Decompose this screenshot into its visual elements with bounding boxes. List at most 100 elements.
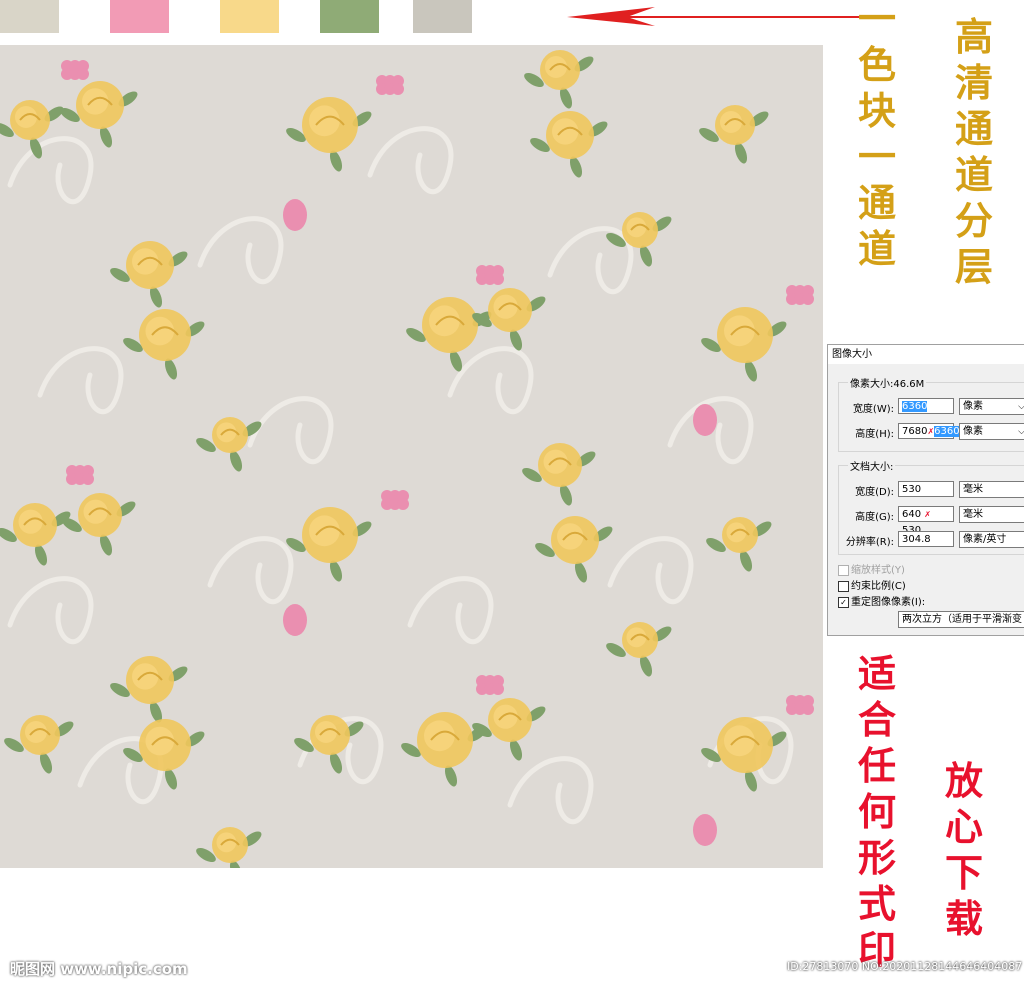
scroll-ornament (367, 126, 454, 195)
constrain-label: 约束比例(C) (851, 581, 906, 592)
vertical-char: 心 (945, 804, 984, 849)
rose-center (493, 294, 518, 319)
height-input[interactable]: 7680✗6360 (898, 423, 960, 439)
color-swatch (0, 0, 59, 33)
vertical-char: 载 (945, 896, 984, 941)
floral-pattern-artwork (0, 50, 814, 868)
vertical-char: 一 (858, 0, 897, 41)
vertical-char: 何 (858, 789, 897, 834)
scroll-ornament (7, 576, 94, 645)
doc-height-label: 高度(G): (855, 512, 894, 523)
resolution-label: 分辨率(R): (845, 537, 894, 548)
hd-layers-text: 高清通道分层 (955, 18, 993, 294)
rose-center (424, 720, 455, 752)
print-suitable-text: 适合任何形式印 (858, 655, 896, 977)
vertical-char: 放 (945, 758, 984, 803)
pixel-size-label: 像素大小:46.6M (848, 375, 927, 390)
resolution-value: 304.8 (902, 534, 931, 545)
scroll-ornament (247, 396, 334, 465)
vertical-char: 一 (858, 134, 897, 179)
doc-height-unit-value: 毫米 (963, 509, 983, 520)
doc-width-input[interactable]: 530 (898, 481, 954, 497)
pink-tulip-bud (693, 404, 717, 436)
channel-note-text: 一色块一通道 (858, 0, 896, 276)
rose-center (145, 726, 175, 756)
width-unit-select[interactable]: 像素 ⌵ (959, 398, 1024, 415)
rose-center (626, 217, 647, 238)
scale-styles-checkbox[interactable]: 缩放样式(Y) (838, 561, 905, 576)
height-unit-select[interactable]: 像素 ⌵ (959, 423, 1024, 440)
height-unit-value: 像素 (963, 426, 983, 437)
vertical-char: 合 (858, 697, 897, 742)
checkmark-icon: ✓ (838, 596, 849, 608)
rose-center (545, 56, 567, 78)
scroll-ornament (7, 136, 94, 205)
scroll-ornament (37, 346, 124, 415)
resolution-input[interactable]: 304.8 (898, 531, 954, 547)
scale-styles-label: 缩放样式(Y) (851, 565, 905, 576)
rose-center (309, 515, 340, 547)
vertical-char: 形 (858, 835, 897, 880)
resolution-unit-select[interactable]: 像素/英寸 (959, 531, 1024, 548)
pixel-dimensions-group (838, 382, 1024, 452)
doc-height-unit-select[interactable]: 毫米 (959, 506, 1024, 523)
rose-center (543, 449, 568, 474)
vertical-char: 层 (955, 244, 994, 289)
rose-center (726, 522, 747, 543)
pink-blossom (397, 498, 409, 510)
resolution-unit-value: 像素/英寸 (963, 534, 1007, 545)
vertical-char: 任 (858, 743, 897, 788)
resample-checkbox[interactable]: ✓ 重定图像像素(I): (838, 593, 925, 608)
doc-height-input[interactable]: 640 ✗ 530 (898, 506, 954, 536)
safe-download-text: 放心下载 (945, 762, 983, 946)
doc-width-unit-value: 毫米 (963, 484, 983, 495)
resample-method-select[interactable]: 两次立方（适用于平滑渐变 (898, 611, 1024, 628)
pink-blossom (492, 683, 504, 695)
image-id-text: ID:27813070 NO:20201128144646404087 (787, 960, 1023, 973)
vertical-char: 道 (955, 152, 994, 197)
resample-label: 重定图像像素(I): (851, 597, 926, 608)
rose-center (493, 704, 518, 729)
dialog-title: 图像大小 (828, 345, 1024, 364)
rose-center (626, 627, 647, 648)
rose-center (315, 721, 337, 743)
vertical-char: 式 (858, 881, 897, 926)
width-unit-value: 像素 (963, 401, 983, 412)
scroll-ornament (447, 346, 534, 415)
doc-size-label: 文档大小: (848, 458, 896, 473)
image-size-dialog: 图像大小 像素大小:46.6M 宽度(W): 6360 像素 ⌵ 高度(H): … (827, 344, 1024, 636)
resample-method-value: 两次立方（适用于平滑渐变 (902, 614, 1022, 625)
rose-center (132, 663, 159, 690)
left-arrow-icon (567, 7, 861, 26)
scroll-ornament (607, 536, 694, 605)
rose-center (309, 105, 340, 137)
rose-center (15, 106, 37, 128)
rose-center (82, 88, 109, 115)
pink-tulip-bud (283, 199, 307, 231)
pink-blossom (802, 703, 814, 715)
rose-center (132, 248, 159, 275)
pink-tulip-bud (693, 814, 717, 846)
rose-center (25, 721, 47, 743)
constrain-proportions-checkbox[interactable]: 约束比例(C) (838, 577, 906, 592)
height-old-value: 7680 (902, 426, 928, 437)
vertical-char: 通 (955, 106, 994, 151)
pink-blossom (82, 473, 94, 485)
doc-width-unit-select[interactable]: 毫米 (959, 481, 1024, 498)
vertical-char: 高 (955, 14, 994, 59)
color-swatch (320, 0, 379, 33)
checkbox-box (838, 564, 849, 576)
vertical-char: 下 (945, 850, 984, 895)
width-input[interactable]: 6360 (898, 398, 954, 414)
vertical-char: 色 (858, 42, 897, 87)
checkbox-box (838, 580, 849, 592)
height-label: 高度(H): (855, 429, 894, 440)
vertical-char: 块 (858, 88, 897, 133)
color-swatch (413, 0, 472, 33)
doc-width-label: 宽度(D): (855, 487, 894, 498)
pink-blossom (77, 68, 89, 80)
pink-tulip-bud (283, 604, 307, 636)
width-label: 宽度(W): (852, 404, 894, 415)
scroll-ornament (507, 756, 594, 825)
rose-center (552, 118, 579, 145)
